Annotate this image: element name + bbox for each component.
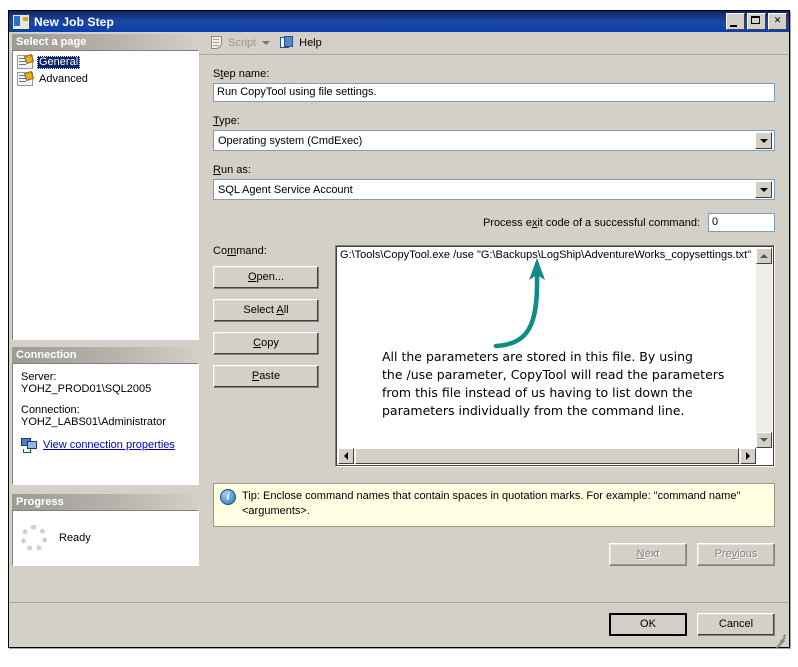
command-group: Command: Open... Select All Copy Paste G… xyxy=(213,245,775,467)
close-button[interactable]: ✕ xyxy=(768,13,787,30)
progress-status: Ready xyxy=(59,532,91,544)
window-controls: ✕ xyxy=(726,13,787,30)
toolbar: Script Help xyxy=(199,32,789,55)
scroll-down-icon[interactable] xyxy=(756,432,772,448)
page-icon xyxy=(17,72,33,86)
command-label: Command: xyxy=(213,245,335,257)
progress-header: Progress xyxy=(12,494,199,510)
connection-label: Connection: xyxy=(21,404,190,416)
app-root: New Job Step ✕ Select a page General xyxy=(0,0,798,667)
command-horizontal-scrollbar[interactable] xyxy=(338,448,756,464)
progress-panel: Ready xyxy=(12,510,199,566)
help-icon xyxy=(280,36,295,50)
previous-button[interactable]: Previous xyxy=(697,543,775,566)
scroll-left-icon[interactable] xyxy=(338,448,354,464)
open-button[interactable]: Open... xyxy=(213,266,319,289)
spinner-icon xyxy=(21,525,47,551)
dialog-body: Select a page General Advanced Connectio… xyxy=(9,32,789,647)
command-vertical-scrollbar[interactable] xyxy=(756,248,772,448)
type-group: Type: Operating system (CmdExec) xyxy=(213,115,775,151)
page-list[interactable]: General Advanced xyxy=(12,50,199,340)
connection-panel: Server: YOHZ_PROD01\SQL2005 Connection: … xyxy=(12,363,199,485)
sidebar-item-advanced[interactable]: Advanced xyxy=(15,71,196,87)
run-as-label: Run as: xyxy=(213,164,775,176)
step-name-label: Step name: xyxy=(213,68,775,80)
help-label: Help xyxy=(299,37,322,49)
run-as-select[interactable]: SQL Agent Service Account xyxy=(213,179,775,200)
server-label: Server: xyxy=(21,371,190,383)
type-select[interactable]: Operating system (CmdExec) xyxy=(213,130,775,151)
sidebar-item-general[interactable]: General xyxy=(15,54,196,70)
run-as-value: SQL Agent Service Account xyxy=(214,184,755,196)
type-value: Operating system (CmdExec) xyxy=(214,135,755,147)
connection-header: Connection xyxy=(12,347,199,363)
scroll-up-icon[interactable] xyxy=(756,248,772,264)
run-as-group: Run as: SQL Agent Service Account xyxy=(213,164,775,200)
copy-button[interactable]: Copy xyxy=(213,332,319,355)
page-icon xyxy=(17,55,33,69)
view-connection-properties-row[interactable]: View connection properties xyxy=(21,437,190,452)
scroll-right-icon[interactable] xyxy=(740,448,756,464)
annotation-arrow-icon xyxy=(456,254,566,349)
footer-buttons: OK Cancel xyxy=(609,613,775,636)
annotation-line: the /use parameter, CopyTool will read t… xyxy=(382,366,742,384)
new-job-step-dialog: New Job Step ✕ Select a page General xyxy=(8,10,790,648)
title-bar[interactable]: New Job Step ✕ xyxy=(9,11,789,32)
command-buttons: Command: Open... Select All Copy Paste xyxy=(213,245,335,467)
annotation-line: from this file instead of us having to l… xyxy=(382,384,742,402)
right-pane: Script Help Step name: Run CopyTool usin… xyxy=(199,32,789,647)
step-name-value: Run CopyTool using file settings. xyxy=(217,85,377,100)
cancel-button[interactable]: Cancel xyxy=(697,613,775,636)
view-connection-properties-link[interactable]: View connection properties xyxy=(43,439,175,451)
chevron-down-icon[interactable] xyxy=(755,132,772,149)
ok-button[interactable]: OK xyxy=(609,613,687,636)
exit-code-group: Process exit code of a successful comman… xyxy=(213,213,775,232)
annotation-line: parameters individually from the command… xyxy=(382,402,742,420)
minimize-button[interactable] xyxy=(726,13,745,30)
next-button[interactable]: Next xyxy=(609,543,687,566)
maximize-button[interactable] xyxy=(747,13,766,30)
sidebar-item-label: Advanced xyxy=(37,73,90,86)
step-name-group: Step name: Run CopyTool using file setti… xyxy=(213,68,775,102)
exit-code-label: Process exit code of a successful comman… xyxy=(483,217,700,229)
select-a-page-header: Select a page xyxy=(12,34,199,50)
connection-value: YOHZ_LABS01\Administrator xyxy=(21,416,190,428)
annotation-line: All the parameters are stored in this fi… xyxy=(382,348,742,366)
script-label: Script xyxy=(228,37,256,49)
step-name-input[interactable]: Run CopyTool using file settings. xyxy=(213,83,775,102)
tip-line-1: Tip: Enclose command names that contain … xyxy=(242,490,740,502)
command-editor-wrap: G:\Tools\CopyTool.exe /use "G:\Backups\L… xyxy=(335,245,775,467)
command-textarea[interactable]: G:\Tools\CopyTool.exe /use "G:\Backups\L… xyxy=(335,245,775,467)
connection-properties-icon xyxy=(21,437,38,452)
help-button[interactable]: Help xyxy=(277,33,325,54)
sidebar-item-label: General xyxy=(37,56,80,69)
script-icon xyxy=(209,36,224,50)
resize-grip[interactable] xyxy=(773,632,787,646)
select-all-button[interactable]: Select All xyxy=(213,299,319,322)
server-value: YOHZ_PROD01\SQL2005 xyxy=(21,383,190,395)
left-pane: Select a page General Advanced Connectio… xyxy=(9,32,199,647)
chevron-down-icon[interactable] xyxy=(262,41,270,45)
nav-buttons: Next Previous xyxy=(609,543,775,566)
annotation-text: All the parameters are stored in this fi… xyxy=(382,348,742,420)
tip-bar: i Tip: Enclose command names that contai… xyxy=(213,483,775,527)
chevron-down-icon[interactable] xyxy=(755,181,772,198)
type-label: Type: xyxy=(213,115,775,127)
info-icon: i xyxy=(220,489,236,505)
tip-line-2: <arguments>. xyxy=(242,505,310,517)
window-title: New Job Step xyxy=(34,15,726,29)
job-step-icon xyxy=(12,14,30,30)
tip-text: Tip: Enclose command names that contain … xyxy=(242,489,740,521)
paste-button[interactable]: Paste xyxy=(213,365,319,388)
footer-bar: OK Cancel xyxy=(9,602,789,647)
exit-code-input[interactable]: 0 xyxy=(708,213,775,232)
scrollbar-thumb[interactable] xyxy=(355,448,739,464)
script-button[interactable]: Script xyxy=(206,33,275,54)
form-area: Step name: Run CopyTool using file setti… xyxy=(199,55,789,647)
exit-code-value: 0 xyxy=(712,216,718,228)
